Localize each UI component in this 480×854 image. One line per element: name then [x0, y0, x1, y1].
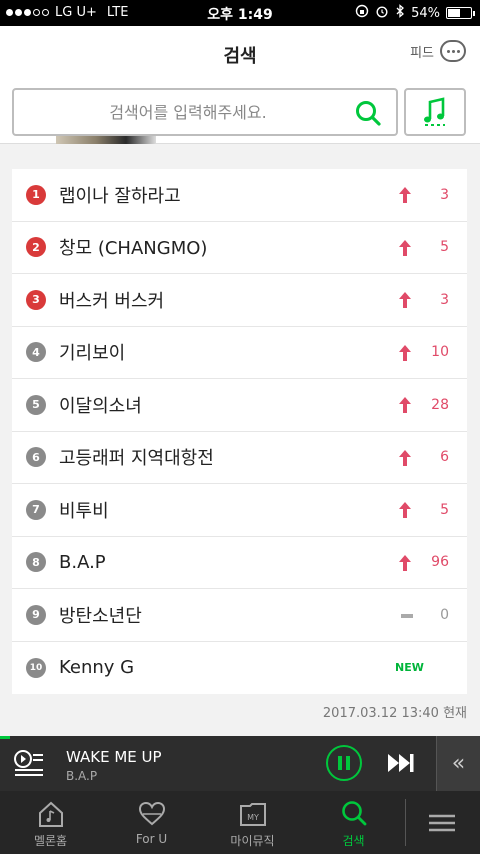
- next-track-icon[interactable]: [386, 752, 416, 774]
- feed-label: 피드: [410, 45, 434, 61]
- chart-row[interactable]: 3 버스커 버스커 3: [12, 274, 467, 327]
- now-playing-title[interactable]: WAKE ME UP: [66, 748, 162, 766]
- rank-badge: 6: [26, 447, 46, 468]
- rank-badge: 8: [26, 552, 46, 573]
- rank-change: 0: [440, 606, 449, 623]
- hamburger-menu-icon: [429, 814, 455, 831]
- up-arrow-icon: [399, 397, 411, 413]
- rank-badge: 9: [26, 604, 46, 625]
- tab-menu[interactable]: [404, 791, 480, 854]
- rank-badge: 3: [26, 289, 46, 310]
- up-arrow-icon: [399, 344, 411, 361]
- keyword-label[interactable]: 이달의소녀: [59, 392, 142, 418]
- rank-change: 28: [431, 396, 449, 413]
- feed-button[interactable]: 피드: [410, 40, 466, 62]
- music-search-button[interactable]: [404, 88, 466, 136]
- tab-label: 검색: [342, 834, 365, 848]
- playlist-icon[interactable]: [14, 750, 44, 776]
- battery-icon: [446, 7, 475, 19]
- chart-row[interactable]: 10 Kenny G NEW: [12, 642, 467, 695]
- up-arrow-icon: [399, 187, 411, 203]
- bluetooth-icon: [395, 4, 405, 22]
- rank-change: 6: [440, 449, 449, 466]
- alarm-icon: [375, 4, 389, 22]
- tab-melon-home[interactable]: 멜론홈: [0, 791, 101, 854]
- up-arrow-icon: [399, 449, 411, 466]
- rotation-lock-icon: [355, 4, 369, 22]
- up-arrow-icon: [399, 554, 411, 571]
- status-bar: LG U+ LTE 오후 1:49 54%: [0, 0, 480, 26]
- rank-badge: 2: [26, 237, 46, 258]
- rank-badge: 7: [26, 499, 46, 520]
- now-playing-artist: B.A.P: [66, 769, 98, 783]
- my-music-icon: MY: [239, 803, 266, 826]
- keyword-label[interactable]: 기리보이: [59, 339, 125, 365]
- pause-button[interactable]: [326, 745, 362, 781]
- header: 검색 피드: [0, 26, 480, 82]
- rank-change: 3: [440, 186, 449, 203]
- rank-badge: 1: [26, 184, 46, 205]
- keyword-label[interactable]: 고등래퍼 지역대항전: [59, 444, 214, 470]
- for-u-icon: [138, 801, 165, 826]
- tab-for-u[interactable]: For U: [101, 791, 202, 854]
- status-right: 54%: [355, 4, 475, 22]
- up-arrow-icon: [399, 292, 411, 308]
- up-arrow-icon: [399, 502, 411, 518]
- chart-row[interactable]: 5 이달의소녀 28: [12, 379, 467, 432]
- rank-change: 96: [431, 554, 449, 571]
- svg-text:MY: MY: [247, 813, 259, 822]
- tab-bar: 멜론홈 For U MY 마이뮤직 검색: [0, 791, 480, 854]
- search-input[interactable]: [28, 90, 348, 134]
- tab-label: 마이뮤직: [230, 834, 275, 848]
- tab-my-music[interactable]: MY 마이뮤직: [202, 791, 303, 854]
- keyword-label[interactable]: 창모 (CHANGMO): [59, 234, 207, 260]
- rank-change: 10: [431, 344, 449, 361]
- up-arrow-icon: [399, 239, 411, 256]
- search-box[interactable]: [12, 88, 398, 136]
- tab-label: 멜론홈: [33, 834, 68, 848]
- chart-row[interactable]: 7 비투비 5: [12, 484, 467, 537]
- tab-label: For U: [135, 832, 168, 846]
- battery-percent: 54%: [411, 5, 440, 21]
- search-bar: [0, 82, 480, 144]
- keyword-label[interactable]: Kenny G: [59, 657, 134, 678]
- search-icon: [341, 801, 366, 826]
- popular-search-chart: 1 랩이나 잘하라고 3 2 창모 (CHANGMO) 5 3 버스커 버스커 3 4 기리보이 10…: [12, 169, 467, 694]
- rank-change: 3: [440, 291, 449, 308]
- rank-badge: 5: [26, 394, 46, 415]
- keyword-label[interactable]: 랩이나 잘하라고: [59, 182, 181, 208]
- keyword-label[interactable]: B.A.P: [59, 552, 106, 573]
- music-note-icon: [424, 97, 445, 126]
- keyword-label[interactable]: 비투비: [59, 497, 109, 523]
- playback-progress: [0, 736, 10, 739]
- keyword-label[interactable]: 버스커 버스커: [59, 287, 164, 313]
- new-badge: NEW: [395, 661, 424, 675]
- search-icon[interactable]: [354, 99, 382, 127]
- chart-row[interactable]: 4 기리보이 10: [12, 327, 467, 379]
- rank-badge: 10: [26, 657, 46, 678]
- chat-bubble-icon: [440, 40, 466, 62]
- banner-image-peek: [56, 136, 156, 144]
- rank-change: 5: [440, 501, 449, 518]
- chart-row[interactable]: 9 방탄소년단 0: [12, 589, 467, 642]
- tab-search[interactable]: 검색: [303, 791, 404, 854]
- chart-row[interactable]: 1 랩이나 잘하라고 3: [12, 169, 467, 222]
- chart-row[interactable]: 6 고등래퍼 지역대항전 6: [12, 432, 467, 484]
- rank-badge: 4: [26, 342, 46, 363]
- chart-row[interactable]: 2 창모 (CHANGMO) 5: [12, 222, 467, 274]
- mini-player[interactable]: WAKE ME UP B.A.P «: [0, 736, 480, 791]
- no-change-icon: [401, 614, 413, 618]
- chart-row[interactable]: 8 B.A.P 96: [12, 537, 467, 589]
- chart-updated-time: 2017.03.12 13:40 현재: [322, 706, 467, 721]
- keyword-label[interactable]: 방탄소년단: [59, 602, 142, 628]
- page-title: 검색: [223, 46, 257, 67]
- collapse-player-button[interactable]: «: [436, 736, 480, 791]
- rank-change: 5: [440, 239, 449, 256]
- home-icon: [38, 801, 63, 827]
